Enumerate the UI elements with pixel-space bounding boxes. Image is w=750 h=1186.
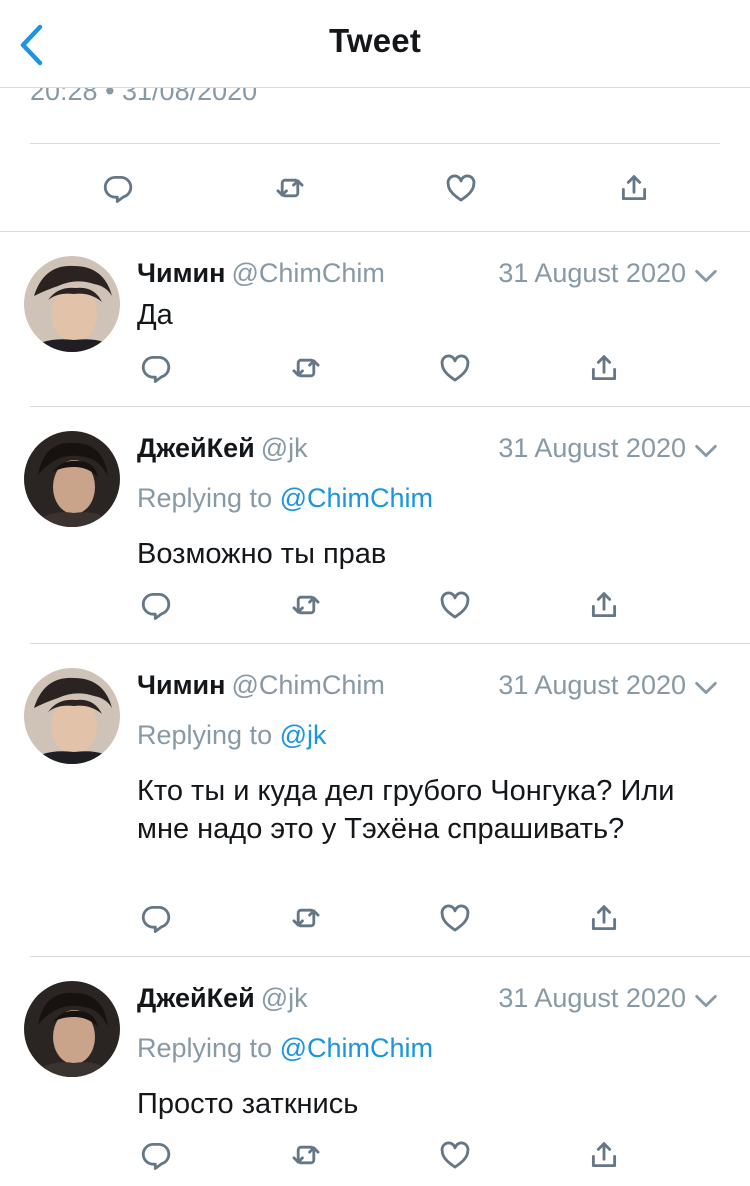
retweet-button[interactable]	[284, 346, 328, 390]
share-button[interactable]	[582, 583, 626, 627]
replying-to: Replying to @jk	[137, 720, 327, 751]
reply-icon	[141, 1142, 171, 1170]
reply-icon	[103, 175, 133, 203]
reply-icon	[141, 592, 171, 620]
chevron-down-icon	[695, 269, 717, 283]
display-name[interactable]: ДжейКей	[137, 433, 255, 463]
reply-author: ДжейКей @jk	[137, 983, 308, 1014]
tweet-text: Да	[137, 299, 173, 331]
retweet-icon	[276, 178, 304, 198]
replying-to: Replying to @ChimChim	[137, 483, 433, 514]
heart-icon	[440, 1141, 470, 1169]
reply-tweet[interactable]: ДжейКей @jk 31 August 2020 Replying to @C…	[0, 957, 750, 1186]
like-button[interactable]	[433, 346, 477, 390]
user-handle[interactable]: @jk	[261, 983, 308, 1013]
retweet-button[interactable]	[284, 896, 328, 940]
reply-button[interactable]	[134, 346, 178, 390]
reply-button[interactable]	[96, 166, 140, 210]
share-icon	[591, 355, 617, 381]
like-button[interactable]	[433, 896, 477, 940]
mention-link[interactable]: @jk	[280, 720, 327, 750]
reply-button[interactable]	[134, 1133, 178, 1177]
like-button[interactable]	[433, 1133, 477, 1177]
replying-label: Replying to	[137, 483, 273, 513]
reply-author: Чимин @ChimChim	[137, 670, 385, 701]
more-options-button[interactable]	[692, 437, 720, 465]
nav-header: Tweet	[0, 0, 750, 88]
heart-icon	[446, 174, 476, 202]
chevron-down-icon	[695, 994, 717, 1008]
tweet-text: Возможно ты прав	[137, 538, 387, 570]
share-button[interactable]	[612, 166, 656, 210]
reply-tweet[interactable]: ДжейКей @jk 31 August 2020 Replying to @C…	[0, 407, 750, 645]
more-options-button[interactable]	[692, 987, 720, 1015]
avatar[interactable]	[24, 431, 120, 527]
more-options-button[interactable]	[692, 262, 720, 290]
share-icon	[591, 905, 617, 931]
retweet-button[interactable]	[268, 166, 312, 210]
avatar[interactable]	[24, 668, 120, 764]
share-icon	[621, 175, 647, 201]
retweet-icon	[292, 595, 320, 615]
main-tweet-actions	[0, 144, 750, 232]
user-handle[interactable]: @jk	[261, 433, 308, 463]
retweet-icon	[292, 908, 320, 928]
tweet-date: 31 August 2020	[498, 983, 686, 1013]
more-options-button[interactable]	[692, 674, 720, 702]
heart-icon	[440, 354, 470, 382]
heart-icon	[440, 904, 470, 932]
share-button[interactable]	[582, 1133, 626, 1177]
tweet-date: 31 August 2020	[498, 258, 686, 288]
tweet-text: Просто заткнись	[137, 1088, 359, 1120]
display-name[interactable]: ДжейКей	[137, 983, 255, 1013]
retweet-icon	[292, 1145, 320, 1165]
like-button[interactable]	[439, 166, 483, 210]
tweet-date: 31 August 2020	[498, 433, 686, 463]
retweet-icon	[292, 358, 320, 378]
retweet-button[interactable]	[284, 1133, 328, 1177]
like-button[interactable]	[433, 583, 477, 627]
display-name[interactable]: Чимин	[137, 258, 225, 288]
avatar-jk	[24, 431, 120, 527]
reply-tweet[interactable]: Чимин @ChimChim 31 August 2020 Да	[0, 232, 750, 408]
display-name[interactable]: Чимин	[137, 670, 225, 700]
tweet-date: 31 August 2020	[498, 670, 686, 700]
reply-button[interactable]	[134, 583, 178, 627]
share-icon	[591, 592, 617, 618]
reply-author: Чимин @ChimChim	[137, 258, 385, 289]
share-icon	[591, 1142, 617, 1168]
page-title: Tweet	[328, 22, 422, 59]
reply-author: ДжейКей @jk	[137, 433, 308, 464]
avatar-chimin	[24, 256, 120, 352]
avatar[interactable]	[24, 256, 120, 352]
chevron-down-icon	[695, 681, 717, 695]
share-button[interactable]	[582, 896, 626, 940]
replying-label: Replying to	[137, 1033, 273, 1063]
reply-button[interactable]	[134, 896, 178, 940]
share-button[interactable]	[582, 346, 626, 390]
retweet-button[interactable]	[284, 583, 328, 627]
avatar-jk	[24, 981, 120, 1077]
reply-tweet[interactable]: Чимин @ChimChim 31 August 2020 Replying t…	[0, 644, 750, 958]
heart-icon	[440, 591, 470, 619]
chevron-down-icon	[695, 444, 717, 458]
replying-to: Replying to @ChimChim	[137, 1033, 433, 1064]
tweet-text: Кто ты и куда дел грубого Чонгука? Или м…	[137, 775, 675, 845]
user-handle[interactable]: @ChimChim	[231, 258, 384, 288]
reply-icon	[141, 355, 171, 383]
mention-link[interactable]: @ChimChim	[280, 483, 433, 513]
mention-link[interactable]: @ChimChim	[280, 1033, 433, 1063]
reply-icon	[141, 905, 171, 933]
avatar[interactable]	[24, 981, 120, 1077]
avatar-chimin	[24, 668, 120, 764]
user-handle[interactable]: @ChimChim	[231, 670, 384, 700]
replying-label: Replying to	[137, 720, 273, 750]
